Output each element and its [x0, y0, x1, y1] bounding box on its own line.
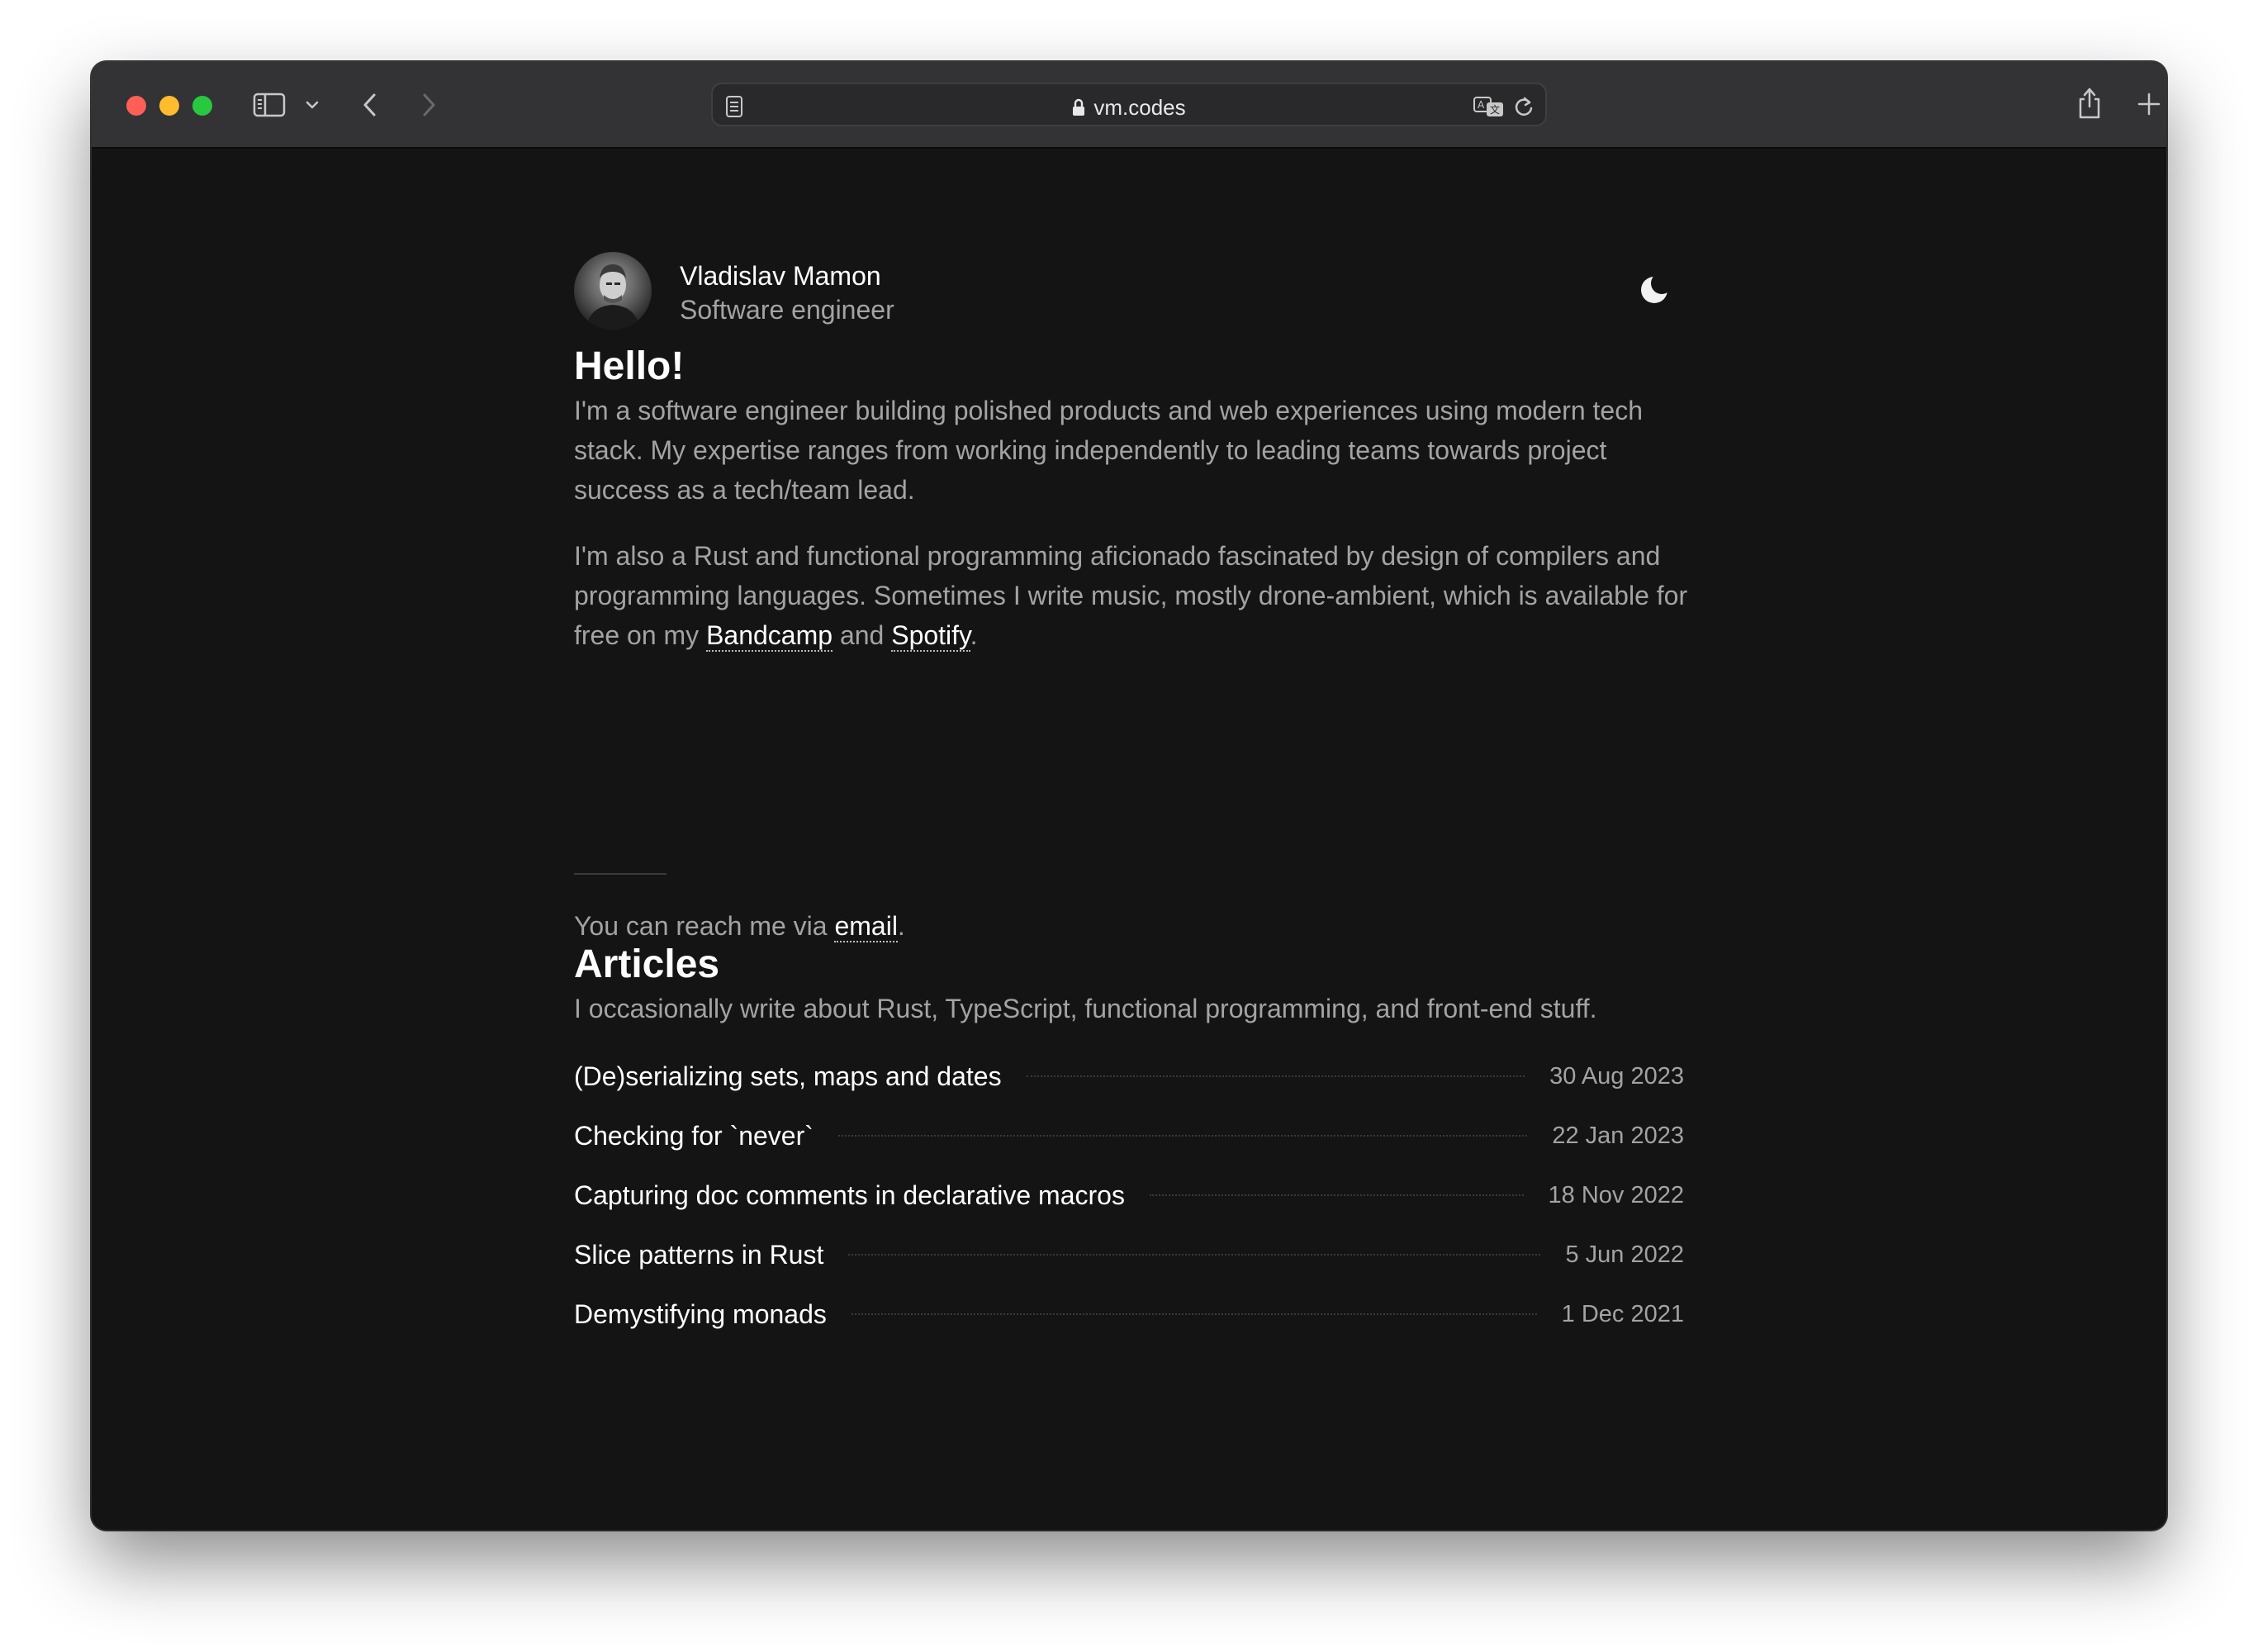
hello-heading: Hello! [574, 344, 685, 388]
dotted-leader [1149, 1194, 1524, 1196]
bandcamp-link[interactable]: Bandcamp [706, 620, 833, 652]
article-item[interactable]: Capturing doc comments in declarative ma… [574, 1177, 1684, 1213]
article-title[interactable]: Demystifying monads [574, 1299, 827, 1330]
spotify-link[interactable]: Spotify [891, 620, 970, 652]
article-date: 1 Dec 2021 [1561, 1300, 1684, 1327]
article-item[interactable]: Demystifying monads 1 Dec 2021 [574, 1296, 1684, 1332]
lock-icon [1073, 98, 1085, 116]
url-text: vm.codes [1093, 95, 1186, 120]
zoom-window-button[interactable] [192, 96, 212, 116]
share-icon[interactable] [2075, 85, 2104, 120]
translate-icon[interactable]: A 文 [1473, 95, 1506, 118]
avatar [574, 252, 652, 330]
dotted-leader [837, 1135, 1528, 1137]
new-tab-icon[interactable] [2137, 92, 2161, 116]
article-item[interactable]: Slice patterns in Rust 5 Jun 2022 [574, 1237, 1684, 1273]
article-date: 30 Aug 2023 [1549, 1062, 1684, 1089]
back-arrow-icon[interactable] [360, 90, 380, 120]
profile-title: Software engineer [680, 295, 894, 325]
article-date: 5 Jun 2022 [1565, 1241, 1684, 1268]
article-item[interactable]: Checking for `never` 22 Jan 2023 [574, 1118, 1684, 1154]
profile-photo-icon [586, 264, 640, 330]
close-window-button[interactable] [126, 96, 146, 116]
music-paragraph: I'm also a Rust and functional programmi… [574, 541, 1688, 652]
address-bar[interactable]: vm.codes A 文 [711, 83, 1547, 126]
article-item[interactable]: (De)serializing sets, maps and dates 30 … [574, 1058, 1684, 1094]
contact-paragraph: You can reach me via email. [574, 911, 905, 942]
articles-intro: I occasionally write about Rust, TypeScr… [574, 994, 1597, 1023]
page-content: Vladislav Mamon Software engineer Hello!… [92, 149, 2166, 1530]
article-title[interactable]: (De)serializing sets, maps and dates [574, 1061, 1002, 1092]
profile-name: Vladislav Mamon [680, 261, 881, 291]
url-display[interactable]: vm.codes [713, 95, 1545, 121]
article-date: 22 Jan 2023 [1552, 1122, 1684, 1149]
email-link[interactable]: email [834, 911, 898, 942]
moon-icon[interactable] [1639, 273, 1672, 306]
sidebar-toggle-icon[interactable] [253, 93, 286, 117]
intro-paragraph: I'm a software engineer building polishe… [574, 396, 1643, 505]
dotted-leader [848, 1254, 1541, 1256]
article-title[interactable]: Capturing doc comments in declarative ma… [574, 1180, 1125, 1211]
browser-toolbar: vm.codes A 文 [92, 62, 2166, 149]
article-title[interactable]: Slice patterns in Rust [574, 1240, 823, 1270]
chevron-down-icon[interactable] [305, 99, 320, 111]
articles-heading: Articles [574, 942, 720, 986]
svg-text:文: 文 [1490, 103, 1500, 116]
forward-arrow-icon[interactable] [419, 90, 439, 120]
browser-window: vm.codes A 文 Vladislav Mamon Software en… [92, 62, 2166, 1530]
divider [574, 873, 666, 875]
minimize-window-button[interactable] [159, 96, 179, 116]
svg-text:A: A [1478, 99, 1485, 111]
article-date: 18 Nov 2022 [1548, 1181, 1684, 1208]
dotted-leader [1026, 1075, 1525, 1077]
dotted-leader [851, 1313, 1537, 1315]
reload-icon[interactable] [1512, 95, 1535, 118]
article-title[interactable]: Checking for `never` [574, 1121, 814, 1151]
